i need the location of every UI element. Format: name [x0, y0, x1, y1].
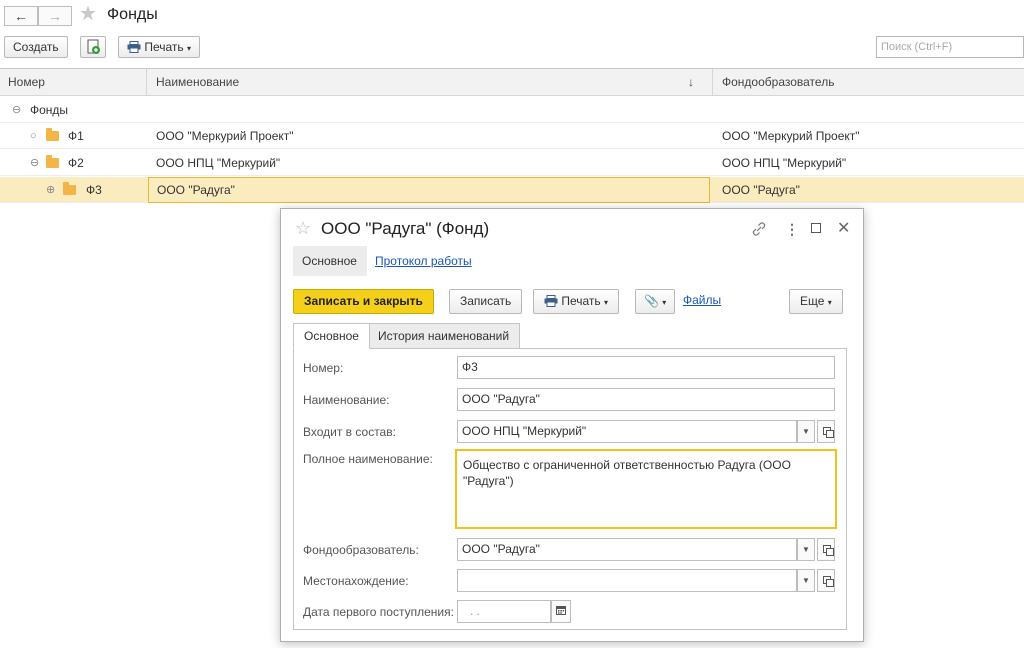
more-label: Еще [800, 294, 825, 308]
more-vertical-icon[interactable]: ⋮ [785, 221, 799, 238]
parent-field[interactable]: ООО НПЦ "Меркурий" [457, 420, 797, 443]
printer-icon [544, 295, 558, 307]
forward-button[interactable]: → [38, 6, 72, 26]
name-field[interactable]: ООО "Радуга" [457, 388, 835, 411]
tab-main[interactable]: Основное [293, 323, 370, 349]
row-number: Ф2 [68, 156, 84, 170]
open-icon[interactable] [817, 569, 835, 592]
dropdown-arrow-icon: ▾ [604, 298, 609, 307]
dialog-title: ООО "Радуга" (Фонд) [321, 219, 490, 238]
row-name: ООО НПЦ "Меркурий" [156, 156, 281, 170]
arrow-left-icon: ← [14, 8, 28, 24]
founder-label: Фондообразователь: [303, 543, 419, 557]
dropdown-arrow-icon: ▾ [827, 298, 832, 307]
dropdown-arrow-icon[interactable]: ▼ [797, 420, 815, 443]
column-founder[interactable]: Фондообразователь [714, 69, 1014, 96]
table-row-selected[interactable]: ⊕ Ф3 ООО "Радуга" ООО "Радуга" [0, 177, 1024, 203]
tab-name-history[interactable]: История наименований [367, 323, 521, 349]
full-name-field[interactable]: Общество с ограниченной ответственностью… [455, 449, 837, 529]
create-button[interactable]: Создать [4, 36, 68, 58]
document-plus-icon [87, 39, 100, 54]
create-copy-button[interactable] [80, 36, 106, 58]
save-and-close-button[interactable]: Записать и закрыть [293, 289, 434, 314]
column-divider [146, 69, 147, 96]
dropdown-arrow-icon: ▾ [662, 298, 667, 307]
folder-icon [46, 128, 59, 141]
row-founder: ООО "Радуга" [722, 183, 800, 197]
column-name[interactable]: Наименование [148, 69, 708, 96]
name-label: Наименование: [303, 393, 390, 407]
root-label: Фонды [30, 103, 69, 117]
number-label: Номер: [303, 361, 344, 375]
folder-icon [46, 155, 59, 168]
row-number: Ф3 [86, 183, 102, 197]
parent-label: Входит в состав: [303, 425, 396, 439]
save-button[interactable]: Записать [449, 289, 523, 314]
folder-icon [63, 182, 76, 195]
location-field[interactable] [457, 569, 797, 592]
printer-icon [127, 41, 141, 53]
collapse-icon[interactable]: ⊖ [30, 150, 39, 176]
print-label: Печать [144, 40, 184, 54]
row-founder: ООО "Меркурий Проект" [722, 129, 860, 143]
close-icon[interactable]: ✕ [837, 218, 850, 238]
sort-descending-icon: ↓ [688, 75, 694, 89]
files-link[interactable]: Файлы [677, 289, 727, 314]
collapse-icon[interactable]: ⊖ [12, 97, 21, 123]
arrow-right-icon: → [48, 8, 62, 24]
print-label: Печать [561, 294, 601, 308]
column-divider [712, 69, 713, 96]
expand-icon[interactable]: ⊕ [46, 177, 55, 203]
page-title: Фонды [107, 6, 158, 23]
row-name: ООО "Меркурий Проект" [156, 129, 294, 143]
open-icon[interactable] [817, 420, 835, 443]
row-number: Ф1 [68, 129, 84, 143]
full-name-label: Полное наименование: [303, 452, 433, 466]
table-row[interactable]: ○ Ф1 ООО "Меркурий Проект" ООО "Меркурий… [0, 123, 1024, 149]
row-name: ООО "Радуга" [148, 177, 710, 203]
dropdown-arrow-icon[interactable]: ▼ [797, 569, 815, 592]
leaf-node-icon: ○ [30, 130, 37, 142]
search-input[interactable]: Поиск (Ctrl+F) [876, 36, 1024, 58]
date-field[interactable]: . . [457, 600, 551, 623]
favorite-star-icon[interactable]: ★ [79, 3, 97, 25]
open-icon[interactable] [817, 538, 835, 561]
back-button[interactable]: ← [4, 6, 38, 26]
attach-button[interactable]: 📎 ▾ [635, 289, 676, 314]
row-founder: ООО НПЦ "Меркурий" [722, 156, 847, 170]
list-header: Номер Наименование ↓ Фондообразователь [0, 68, 1024, 96]
calendar-button[interactable] [551, 600, 571, 623]
date-label: Дата первого поступления: [303, 605, 454, 619]
print-button[interactable]: Печать ▾ [533, 289, 620, 314]
nav-tab-main[interactable]: Основное [293, 246, 367, 276]
column-number[interactable]: Номер [0, 69, 146, 96]
favorite-star-icon[interactable]: ☆ [295, 218, 311, 239]
more-button[interactable]: Еще ▾ [789, 289, 843, 314]
location-label: Местонахождение: [303, 574, 409, 588]
print-button[interactable]: Печать ▾ [118, 36, 201, 58]
link-icon[interactable] [751, 221, 767, 240]
nav-tab-log[interactable]: Протокол работы [375, 246, 472, 276]
table-row[interactable]: ⊖ Ф2 ООО НПЦ "Меркурий" ООО НПЦ "Меркури… [0, 150, 1024, 176]
paperclip-icon: 📎 [644, 294, 659, 308]
maximize-icon[interactable] [811, 223, 821, 233]
number-field[interactable]: Ф3 [457, 356, 835, 379]
calendar-icon [556, 606, 566, 615]
fund-dialog: ☆ ООО "Радуга" (Фонд) ⋮ ✕ Основное Прото… [280, 208, 864, 642]
list-root-row[interactable]: ⊖ Фонды [0, 97, 1024, 123]
dropdown-arrow-icon[interactable]: ▼ [797, 538, 815, 561]
founder-field[interactable]: ООО "Радуга" [457, 538, 797, 561]
dropdown-arrow-icon: ▾ [187, 44, 192, 53]
